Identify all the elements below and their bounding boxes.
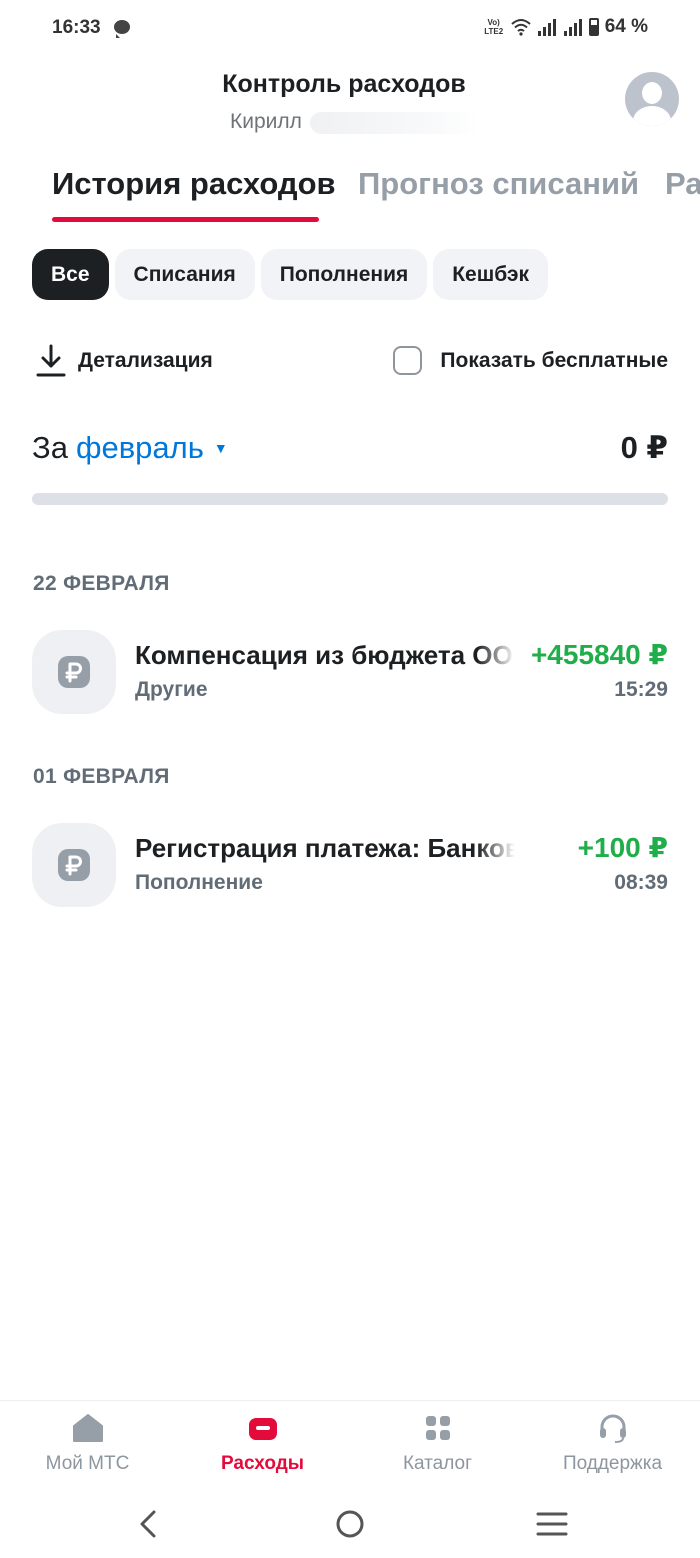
filter-chips: Все Списания Пополнения Кешбэк xyxy=(32,249,549,300)
caret-down-icon[interactable]: ▼ xyxy=(214,440,228,456)
recent-apps-icon[interactable] xyxy=(532,1506,572,1542)
transaction-amount: +455840 ₽ xyxy=(530,639,668,670)
headset-icon xyxy=(599,1414,626,1443)
detail-button[interactable]: Детализация xyxy=(36,344,213,378)
filter-cashback-chip[interactable]: Кешбэк xyxy=(433,249,549,300)
tab-history[interactable]: История расходов xyxy=(52,166,336,202)
group-date-header: 01 ФЕВРАЛЯ xyxy=(33,765,170,788)
home-icon xyxy=(72,1414,103,1442)
home-circle-icon[interactable] xyxy=(330,1506,370,1542)
show-free-checkbox[interactable] xyxy=(393,346,423,375)
signal-icon-2 xyxy=(563,19,582,36)
tab-forecast[interactable]: Прогноз списаний xyxy=(358,166,639,202)
nav-catalog[interactable]: Каталог xyxy=(350,1401,525,1493)
show-free-label: Показать бесплатные xyxy=(440,348,668,372)
nav-expenses[interactable]: Расходы xyxy=(175,1401,350,1493)
back-icon[interactable] xyxy=(128,1506,168,1542)
ruble-icon xyxy=(32,823,116,907)
expenses-screen: 16:33 Vo) LTE2 64 % Контроль расходов Ки… xyxy=(0,0,700,1558)
hidden-phone-blur xyxy=(310,112,480,134)
user-name: Кирилл xyxy=(230,110,302,133)
transaction-time: 15:29 xyxy=(614,678,668,701)
system-nav-bar xyxy=(0,1492,700,1558)
battery-percent: 64 % xyxy=(604,16,648,37)
period-prefix: За xyxy=(32,430,68,465)
show-free-toggle[interactable]: Показать бесплатные xyxy=(393,346,668,375)
period-total: 0 ₽ xyxy=(620,430,668,465)
nav-my-mts[interactable]: Мой МТС xyxy=(0,1401,175,1493)
nav-my-mts-label: Мой МТС xyxy=(45,1453,130,1474)
page-title: Контроль расходов xyxy=(222,70,466,98)
group-date-header: 22 ФЕВРАЛЯ xyxy=(33,572,170,595)
filter-topups-chip[interactable]: Пополнения xyxy=(260,249,428,300)
avatar-body-shape xyxy=(633,106,671,126)
transaction-title: Компенсация из бюджета ООО xyxy=(135,640,515,670)
avatar[interactable] xyxy=(625,72,679,126)
bottom-nav: Мой МТС Расходы Каталог Поддержка xyxy=(0,1400,700,1492)
transaction-category: Другие xyxy=(135,678,208,701)
transaction-amount: +100 ₽ xyxy=(577,832,668,863)
transaction-category: Пополнение xyxy=(135,871,263,894)
download-icon xyxy=(36,344,66,377)
signal-icon xyxy=(537,19,556,36)
status-bar: 16:33 Vo) LTE2 64 % xyxy=(0,0,700,58)
wifi-icon xyxy=(511,19,531,36)
filter-debits-chip[interactable]: Списания xyxy=(114,249,255,300)
active-tab-indicator xyxy=(52,217,319,222)
battery-icon xyxy=(588,18,599,36)
nav-support[interactable]: Поддержка xyxy=(525,1401,700,1493)
lte-indicator: Vo) LTE2 xyxy=(484,18,504,36)
detail-label: Детализация xyxy=(78,349,213,372)
tab-third[interactable]: Ра xyxy=(665,166,700,202)
status-time: 16:33 xyxy=(52,17,101,38)
grid-icon xyxy=(425,1416,450,1440)
nav-expenses-label: Расходы xyxy=(220,1453,305,1474)
filter-all-chip[interactable]: Все xyxy=(32,249,109,300)
period-month-dropdown[interactable]: февраль xyxy=(76,430,204,466)
transaction-row[interactable]: Регистрация платежа: Банковская карта По… xyxy=(32,823,668,907)
period-selector: За февраль ▼ xyxy=(32,430,228,466)
main-tabs: История расходов Прогноз списаний Ра xyxy=(0,160,700,230)
status-indicators: Vo) LTE2 64 % xyxy=(483,16,648,38)
wallet-icon xyxy=(248,1418,277,1440)
transaction-time: 08:39 xyxy=(614,871,668,894)
nav-catalog-label: Каталог xyxy=(402,1453,473,1474)
chat-notification-icon xyxy=(114,20,130,38)
transaction-title: Регистрация платежа: Банковская карта xyxy=(135,833,515,863)
spending-progress-bar xyxy=(32,493,668,505)
ruble-icon xyxy=(32,630,116,714)
nav-support-label: Поддержка xyxy=(562,1453,663,1474)
transaction-row[interactable]: Компенсация из бюджета ООО Другие +45584… xyxy=(32,630,668,714)
avatar-head-shape xyxy=(642,82,662,104)
